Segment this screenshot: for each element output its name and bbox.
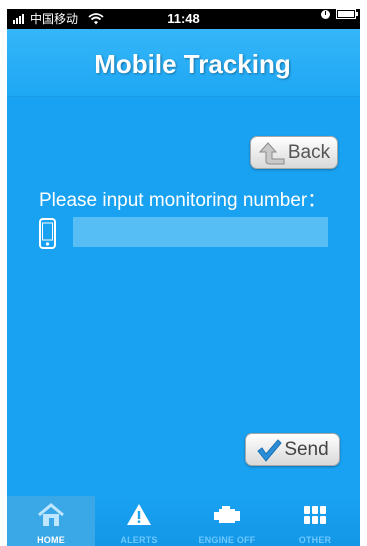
home-icon — [38, 503, 64, 526]
back-button-label: Back — [287, 141, 331, 163]
tab-engine-off[interactable]: ENGINE OFF — [183, 496, 271, 546]
engine-icon — [214, 506, 240, 523]
tab-alerts[interactable]: ALERTS — [95, 496, 183, 546]
tab-label: HOME — [37, 535, 65, 545]
battery-icon — [336, 9, 358, 19]
warning-icon — [127, 504, 151, 525]
checkmark-icon — [257, 438, 282, 462]
monitoring-number-input[interactable] — [73, 217, 328, 247]
tab-bar: HOME ALERTS ENGINE OFF OTHER — [7, 496, 360, 546]
grid-icon — [304, 506, 326, 524]
tab-label: ENGINE OFF — [198, 535, 256, 545]
header-bar: Mobile Tracking — [7, 29, 360, 97]
send-button-label: Send — [284, 438, 329, 460]
tab-home[interactable]: HOME — [7, 496, 95, 546]
back-button[interactable]: Back — [250, 136, 338, 169]
status-time: 11:48 — [167, 11, 200, 26]
alarm-icon — [321, 9, 330, 19]
tab-label: ALERTS — [120, 535, 158, 545]
monitoring-number-label: Please input monitoring number： — [39, 190, 327, 211]
tab-other[interactable]: OTHER — [271, 496, 359, 546]
page-title: Mobile Tracking — [94, 49, 291, 79]
send-button[interactable]: Send — [245, 433, 340, 466]
tab-label: OTHER — [298, 535, 332, 545]
phone-icon — [39, 218, 56, 249]
status-bar: 中国移动 11:48 — [7, 9, 360, 29]
back-arrow-icon — [258, 141, 285, 164]
app-screen: 中国移动 11:48 Mobile Tracking Back Please i… — [7, 9, 360, 546]
